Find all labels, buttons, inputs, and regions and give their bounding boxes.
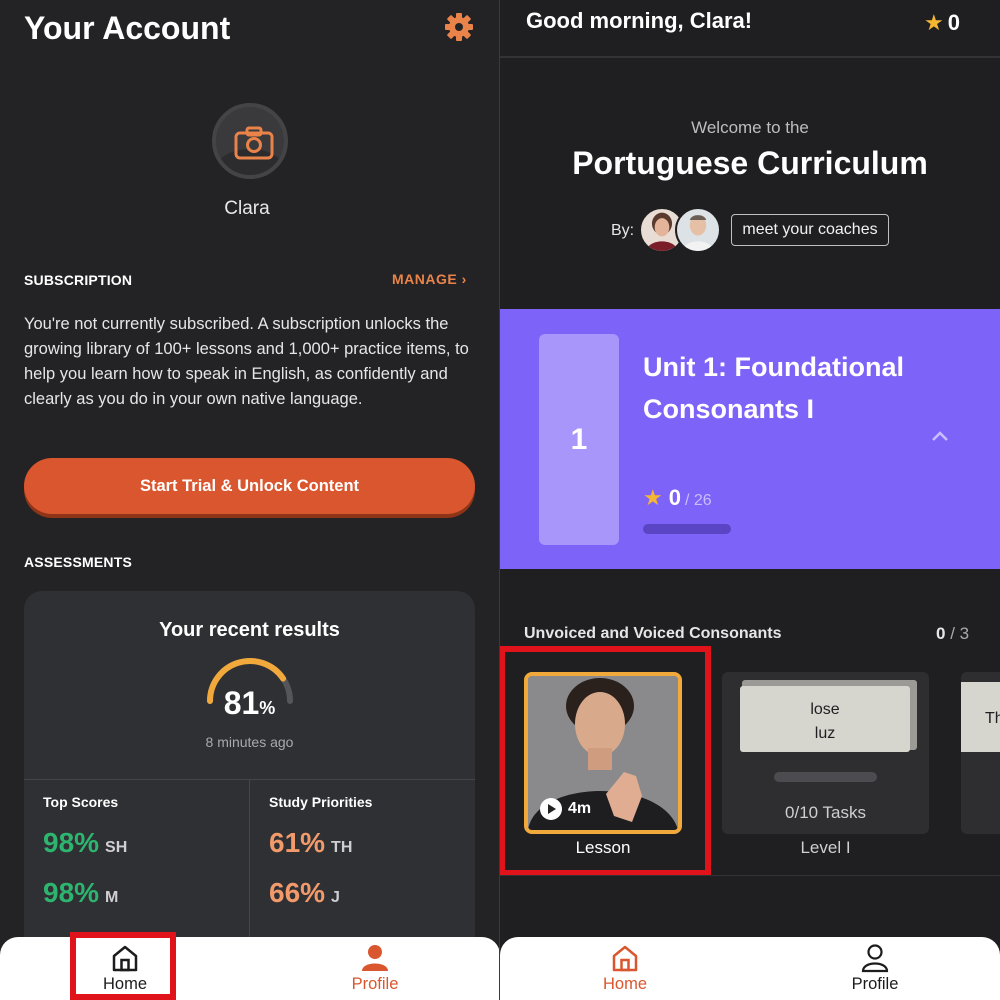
study-priority-item: 61% TH — [269, 827, 353, 858]
score-value: 81% — [223, 685, 276, 721]
results-title: Your recent results — [159, 619, 340, 641]
lesson-card[interactable]: 4m — [524, 672, 682, 834]
by-label: By: — [611, 222, 635, 239]
top-score-item: 98% M — [43, 877, 119, 908]
top-scores-title: Top Scores — [43, 794, 119, 810]
assessments-heading: ASSESSMENTS — [24, 554, 132, 570]
nav-home-label: Home — [102, 975, 147, 993]
level-tasks: 0/10 Tasks — [785, 803, 866, 822]
level-card[interactable]: lose luz 0/10 Tasks — [722, 672, 929, 834]
lesson-duration: 4m — [540, 798, 591, 820]
top-score-item: 98% SH — [43, 827, 128, 858]
unit-title: Unit 1: Foundational Consonants I — [643, 352, 904, 424]
chevron-up-icon[interactable] — [930, 429, 950, 443]
coach-avatar[interactable] — [675, 207, 721, 253]
nav-profile-label: Profile — [351, 975, 399, 993]
group-count: 0 / 3 — [936, 624, 970, 643]
level-label: Level I — [800, 838, 851, 857]
nav-profile[interactable]: Profile — [315, 941, 435, 994]
subscription-description: You're not currently subscribed. A subsc… — [24, 315, 469, 408]
profile-icon — [861, 944, 889, 973]
nav-home[interactable]: Home — [565, 941, 685, 994]
subscription-heading: SUBSCRIPTION — [24, 272, 133, 288]
nav-home[interactable]: Home — [65, 941, 185, 994]
study-priorities-title: Study Priorities — [269, 794, 373, 810]
unit-progress-bar — [643, 524, 731, 534]
meet-coaches-button[interactable]: meet your coaches — [731, 214, 889, 246]
greeting: Good morning, Clara! — [526, 8, 753, 33]
play-icon — [540, 798, 562, 820]
gear-icon[interactable] — [444, 12, 474, 42]
unit-stars: ★ 0/ 26 — [643, 485, 712, 510]
welcome-text: Welcome to the — [691, 118, 809, 137]
group-title: Unvoiced and Voiced Consonants — [524, 625, 782, 642]
avatar[interactable] — [212, 103, 288, 179]
star-icon: ★ — [643, 485, 663, 510]
home-icon — [112, 945, 138, 972]
level-progress-bar — [774, 772, 877, 782]
manage-label: MANAGE — [392, 271, 458, 287]
chevron-right-icon: › — [461, 271, 467, 287]
next-card[interactable]: Th — [961, 672, 1000, 834]
start-trial-button[interactable]: Start Trial & Unlock Content — [24, 458, 475, 514]
unit-card[interactable]: 1 Unit 1: Foundational Consonants I ★ 0/ … — [500, 309, 1000, 569]
home-screen: Good morning, Clara! ★ 0 Welcome to the P… — [500, 0, 1000, 1000]
profile-icon — [362, 945, 388, 971]
camera-icon — [234, 126, 274, 160]
results-timestamp: 8 minutes ago — [205, 734, 294, 750]
account-screen: Your Account Clara SUBSCRIPTION MANAGE ›… — [0, 0, 500, 1000]
nav-profile-label: Profile — [851, 975, 899, 993]
bottom-nav: Home Profile — [0, 937, 499, 1000]
lesson-label: Lesson — [575, 838, 631, 857]
flashcard: lose luz — [740, 686, 910, 752]
page-title: Your Account — [24, 10, 231, 46]
bottom-nav: Home Profile — [500, 937, 1000, 1000]
star-count: ★ 0 — [924, 10, 960, 35]
nav-profile[interactable]: Profile — [815, 941, 935, 994]
unit-number: 1 — [539, 334, 619, 545]
nav-home-label: Home — [602, 975, 647, 993]
star-icon: ★ — [924, 10, 944, 35]
home-icon — [612, 945, 638, 972]
manage-link[interactable]: MANAGE › — [392, 271, 467, 287]
flashcard-peek: Th — [961, 682, 1000, 752]
curriculum-title: Portuguese Curriculum — [572, 145, 928, 181]
username: Clara — [224, 198, 270, 219]
study-priority-item: 66% J — [269, 877, 340, 908]
